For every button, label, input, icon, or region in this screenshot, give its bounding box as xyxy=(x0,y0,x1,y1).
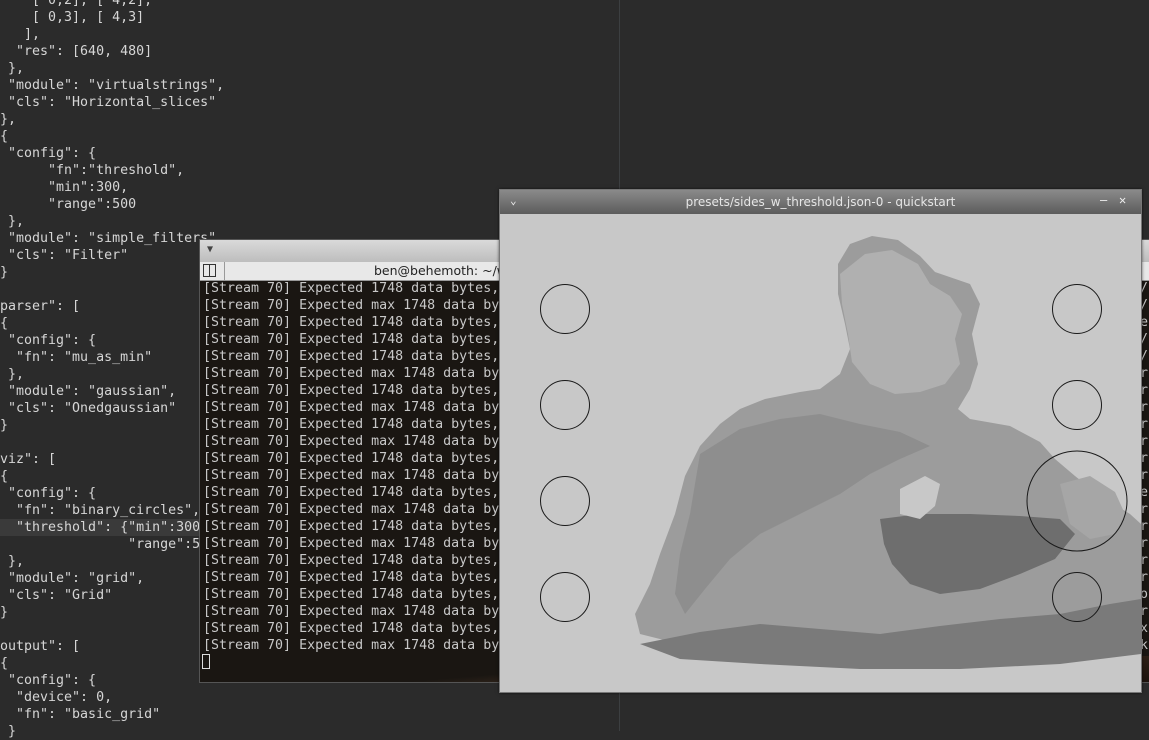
terminal-line: [Stream 70] Expected 1748 data bytes, xyxy=(203,281,500,296)
minimize-icon[interactable]: – xyxy=(1100,193,1107,207)
editor-line[interactable]: output": [ xyxy=(0,638,224,655)
editor-line[interactable]: }, xyxy=(0,366,224,383)
editor-line[interactable]: { xyxy=(0,468,224,485)
editor-line[interactable]: "threshold": {"min":300, xyxy=(0,519,225,536)
editor-line[interactable] xyxy=(0,434,224,451)
terminal-line: [Stream 70] Expected 1748 data bytes, xyxy=(203,332,500,347)
editor-line[interactable]: "res": [640, 480] xyxy=(0,43,224,60)
editor-line[interactable]: "min":300, xyxy=(0,179,224,196)
editor-line[interactable]: "module": "grid", xyxy=(0,570,224,587)
terminal-output: [Stream 70] Expected 1748 data bytes, [St… xyxy=(203,280,499,654)
editor-line[interactable]: } xyxy=(0,723,224,740)
terminal-line: [Stream 70] Expected 1748 data bytes, xyxy=(203,553,500,568)
editor-line[interactable]: "fn": "mu_as_min" xyxy=(0,349,224,366)
editor-lines[interactable]: [ 0,2], [ 4,2], [ 0,3], [ 4,3] ], "res":… xyxy=(0,0,225,740)
editor-line[interactable]: [ 0,3], [ 4,3] xyxy=(0,9,224,26)
editor-line[interactable]: }, xyxy=(0,111,224,128)
editor-line[interactable]: }, xyxy=(0,60,224,77)
terminal-line: [Stream 70] Expected 1748 data bytes, xyxy=(203,621,500,636)
editor-line[interactable] xyxy=(0,621,224,638)
editor-line[interactable]: "fn": "basic_grid" xyxy=(0,706,224,723)
split-view-icon[interactable] xyxy=(203,264,216,277)
editor-line[interactable]: } xyxy=(0,417,224,434)
editor-line[interactable]: "config": { xyxy=(0,672,224,689)
editor-line[interactable]: parser": [ xyxy=(0,298,224,315)
terminal-cursor xyxy=(202,654,210,669)
terminal-line: [Stream 70] Expected 1748 data bytes, xyxy=(203,519,500,534)
terminal-line: [Stream 70] Expected max 1748 data by xyxy=(203,434,500,449)
editor-line[interactable]: { xyxy=(0,128,224,145)
terminal-line: [Stream 70] Expected 1748 data bytes, xyxy=(203,383,500,398)
editor-line[interactable]: "fn":"threshold", xyxy=(0,162,224,179)
editor-line[interactable]: "fn": "binary_circles", xyxy=(0,502,224,519)
terminal-line: [Stream 70] Expected 1748 data bytes, xyxy=(203,315,500,330)
window-menu-icon[interactable]: ▼ xyxy=(207,244,221,256)
editor-line[interactable]: }, xyxy=(0,553,224,570)
terminal-title: ben@behemoth: ~/w xyxy=(374,263,508,278)
editor-line[interactable]: "config": { xyxy=(0,485,224,502)
editor-line[interactable]: "range":500 xyxy=(0,196,224,213)
terminal-line: [Stream 70] Expected max 1748 data by xyxy=(203,366,500,381)
editor-line[interactable]: viz": [ xyxy=(0,451,224,468)
terminal-line: [Stream 70] Expected 1748 data bytes, xyxy=(203,485,500,500)
editor-line[interactable]: "cls": "Filter" xyxy=(0,247,224,264)
editor-line[interactable]: [ 0,2], [ 4,2], xyxy=(0,0,224,9)
terminal-line: [Stream 70] Expected max 1748 data by xyxy=(203,400,500,415)
editor-line[interactable]: "config": { xyxy=(0,332,224,349)
editor-line[interactable]: ], xyxy=(0,26,224,43)
terminal-line: [Stream 70] Expected max 1748 data by xyxy=(203,536,500,551)
editor-line[interactable]: "device": 0, xyxy=(0,689,224,706)
terminal-line: [Stream 70] Expected 1748 data bytes, xyxy=(203,349,500,364)
quickstart-window[interactable]: ⌄ presets/sides_w_threshold.json-0 - qui… xyxy=(499,189,1142,693)
terminal-line: [Stream 70] Expected max 1748 data by xyxy=(203,604,500,619)
close-icon[interactable]: ✕ xyxy=(1119,193,1126,207)
editor-line[interactable]: "range":500 xyxy=(0,536,224,553)
editor-line[interactable]: "module": "virtualstrings", xyxy=(0,77,224,94)
editor-line[interactable]: "module": "gaussian", xyxy=(0,383,224,400)
terminal-line: [Stream 70] Expected 1748 data bytes, xyxy=(203,417,500,432)
editor-line[interactable]: "config": { xyxy=(0,145,224,162)
terminal-line: [Stream 70] Expected 1748 data bytes, xyxy=(203,451,500,466)
depth-image-canvas xyxy=(500,214,1141,692)
toolbar-divider xyxy=(224,262,225,280)
terminal-line: [Stream 70] Expected 1748 data bytes, xyxy=(203,570,500,585)
editor-line[interactable] xyxy=(0,281,224,298)
editor-line[interactable]: "cls": "Onedgaussian" xyxy=(0,400,224,417)
editor-line[interactable]: "cls": "Horizontal_slices" xyxy=(0,94,224,111)
editor-line[interactable]: { xyxy=(0,655,224,672)
terminal-line: [Stream 70] Expected max 1748 data by xyxy=(203,298,500,313)
terminal-line: [Stream 70] Expected max 1748 data by xyxy=(203,468,500,483)
editor-line[interactable]: } xyxy=(0,264,224,281)
viewer-titlebar[interactable]: ⌄ presets/sides_w_threshold.json-0 - qui… xyxy=(500,190,1141,215)
editor-line[interactable]: }, xyxy=(0,213,224,230)
editor-line[interactable]: "module": "simple_filters", xyxy=(0,230,224,247)
terminal-line: [Stream 70] Expected max 1748 data by xyxy=(203,502,500,517)
viewer-title: presets/sides_w_threshold.json-0 - quick… xyxy=(685,195,956,209)
terminal-line: [Stream 70] Expected max 1748 data by xyxy=(203,638,500,653)
editor-line[interactable]: { xyxy=(0,315,224,332)
editor-line[interactable]: "cls": "Grid" xyxy=(0,587,224,604)
terminal-line: [Stream 70] Expected 1748 data bytes, xyxy=(203,587,500,602)
editor-line[interactable]: } xyxy=(0,604,224,621)
